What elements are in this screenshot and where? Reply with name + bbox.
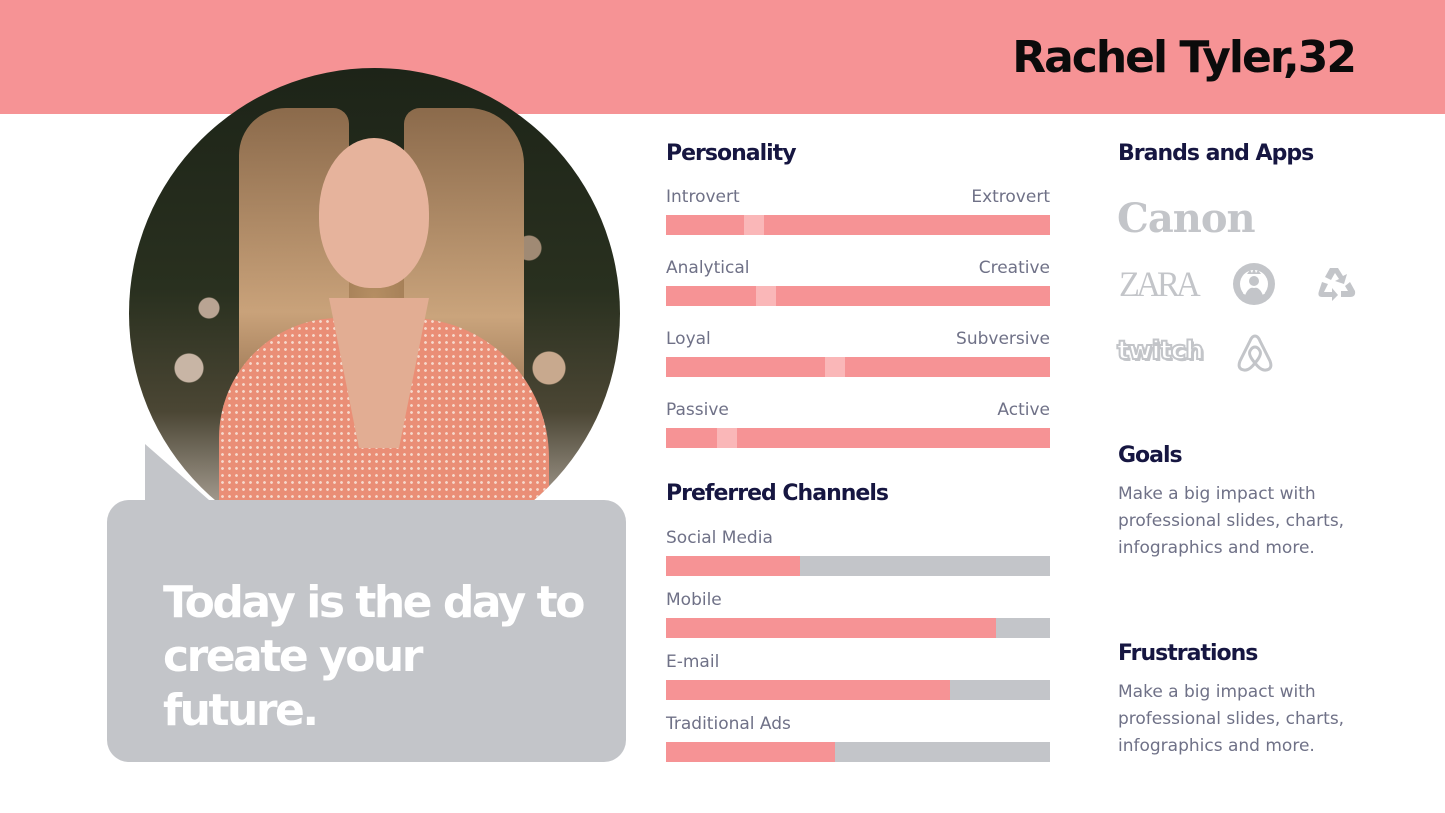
channel-label: Mobile <box>666 590 722 610</box>
persona-photo <box>129 68 620 559</box>
airbnb-logo <box>1237 334 1273 372</box>
trait-marker <box>744 215 764 235</box>
personality-title: Personality <box>666 141 797 166</box>
trait-slider <box>666 286 1050 306</box>
canon-logo: Canon <box>1117 195 1256 242</box>
goals-title: Goals <box>1118 443 1183 468</box>
channel-label: Traditional Ads <box>666 714 791 734</box>
trait-left-label: Introvert <box>666 187 740 207</box>
channel-label: Social Media <box>666 528 773 548</box>
channel-bar-fill <box>666 556 801 576</box>
trait-left-label: Analytical <box>666 258 750 278</box>
channel-bar <box>666 742 1050 762</box>
channel-bar-fill <box>666 618 997 638</box>
recycle-icon <box>1318 268 1356 301</box>
zara-logo: ZARA <box>1119 264 1201 304</box>
twitch-logo: twitch <box>1116 335 1205 367</box>
goals-text: Make a big impact with professional slid… <box>1118 484 1345 558</box>
trait-slider <box>666 428 1050 448</box>
quote-text: Today is the day to create your future. <box>163 577 585 736</box>
channel-label: E-mail <box>666 652 720 672</box>
speech-bubble: Today is the day to create your future. <box>107 500 626 762</box>
channel-bar-fill <box>666 742 835 762</box>
trait-slider <box>666 215 1050 235</box>
channel-bar-fill <box>666 680 951 700</box>
trait-left-label: Loyal <box>666 329 711 349</box>
trait-right-label: Extrovert <box>971 187 1050 207</box>
persona-name: Rachel Tyler,32 <box>1012 32 1357 83</box>
channel-bar <box>666 680 1050 700</box>
trait-marker <box>756 286 776 306</box>
brands-title: Brands and Apps <box>1118 141 1314 166</box>
trait-right-label: Active <box>997 400 1050 420</box>
trait-marker <box>717 428 737 448</box>
trait-right-label: Subversive <box>956 329 1050 349</box>
trait-marker <box>825 357 845 377</box>
channel-bar <box>666 556 1050 576</box>
trait-left-label: Passive <box>666 400 729 420</box>
channel-bar <box>666 618 1050 638</box>
frustrations-text: Make a big impact with professional slid… <box>1118 682 1345 756</box>
frustrations-title: Frustrations <box>1118 641 1258 666</box>
starbucks-logo <box>1233 263 1275 305</box>
trait-right-label: Creative <box>978 258 1050 278</box>
channels-title: Preferred Channels <box>666 481 889 506</box>
photo-face <box>319 138 429 288</box>
trait-slider <box>666 357 1050 377</box>
